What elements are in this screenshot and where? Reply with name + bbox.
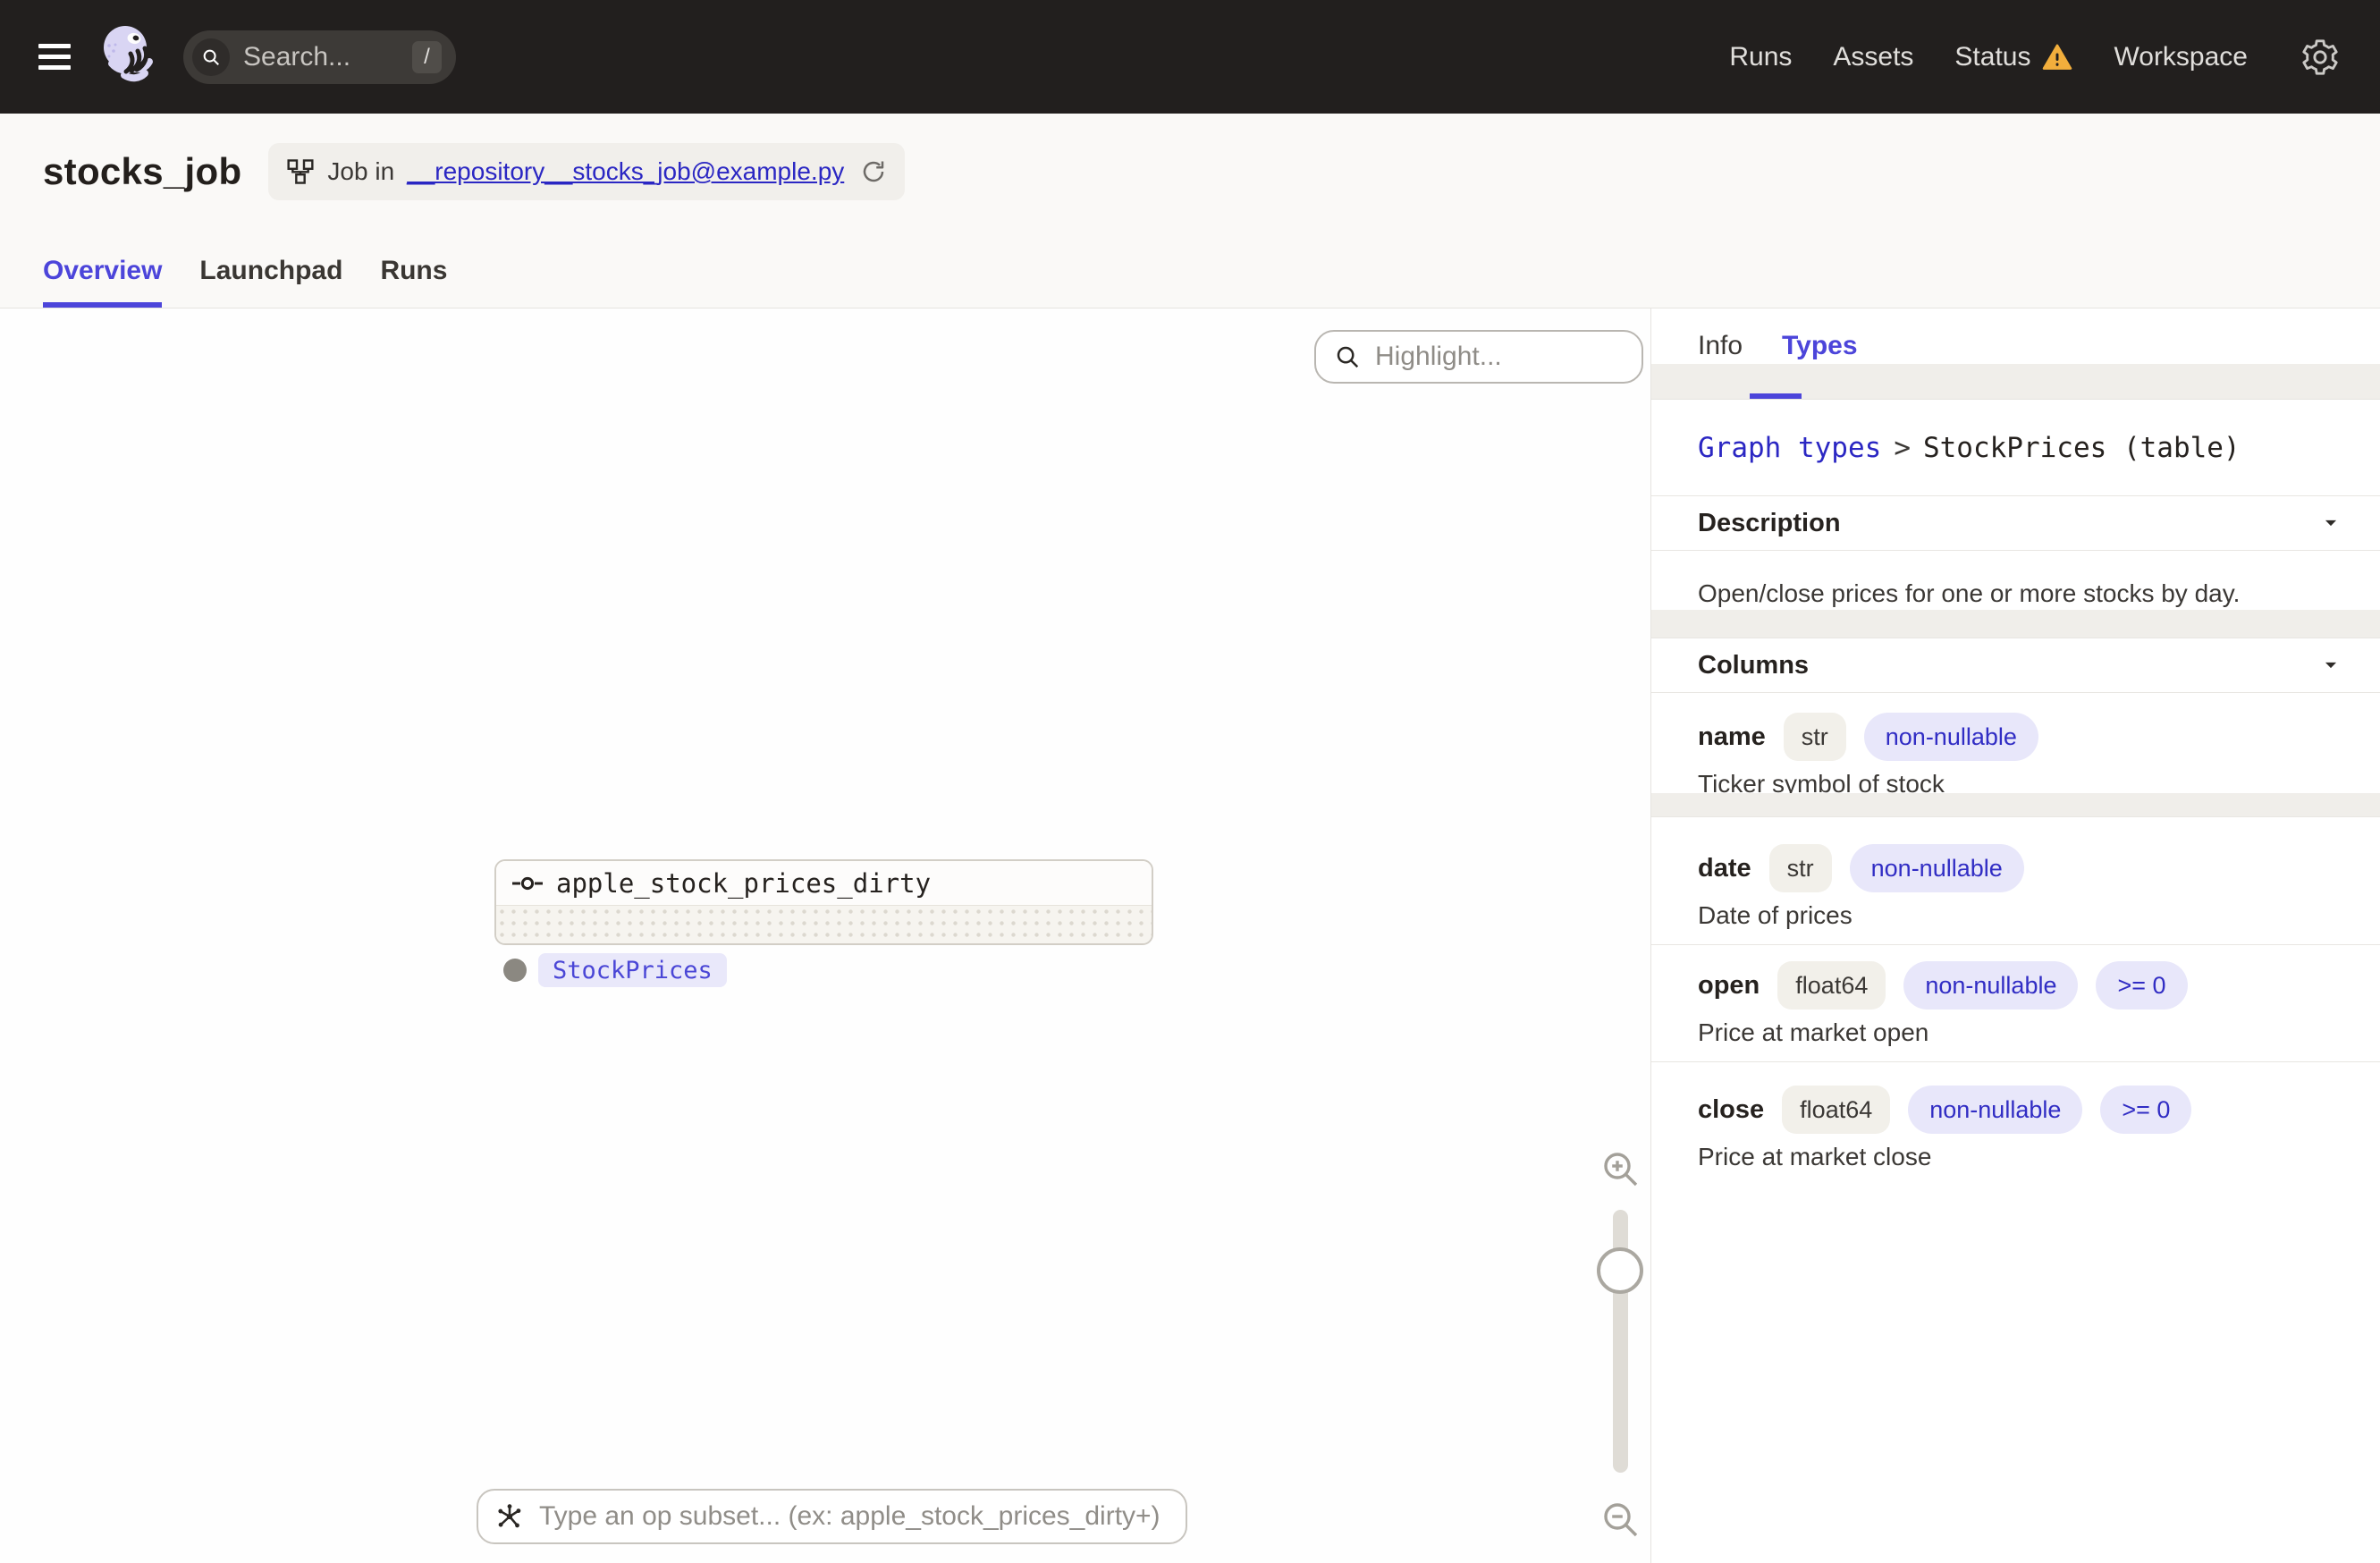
column-type-badge: str [1783, 713, 1846, 761]
highlight-search-icon [1334, 343, 1361, 370]
page-header: stocks_job Job in __repository__stocks_j… [0, 114, 2380, 308]
column-constraint-badge: non-nullable [1863, 713, 2038, 761]
menu-icon[interactable] [38, 44, 71, 70]
zoom-in-icon[interactable] [1599, 1147, 1642, 1190]
section-header-description[interactable]: Description [1651, 496, 2380, 551]
section-header-columns[interactable]: Columns [1651, 638, 2380, 693]
output-handle-dot[interactable] [503, 959, 527, 982]
column-constraint-badge: non-nullable [1903, 961, 2079, 1010]
global-search[interactable]: Search... / [183, 30, 456, 84]
nav-workspace[interactable]: Workspace [2114, 42, 2248, 72]
op-node-label: apple_stock_prices_dirty [556, 867, 932, 899]
op-node[interactable]: apple_stock_prices_dirty [494, 859, 1153, 945]
breadcrumb-separator: > [1894, 431, 1911, 464]
op-selector-icon [494, 1501, 525, 1532]
job-context-pill: Job in __repository__stocks_job@example.… [268, 143, 906, 200]
op-node-title: apple_stock_prices_dirty [496, 861, 1152, 906]
column-constraint-badge: non-nullable [1849, 844, 2024, 892]
page-title: stocks_job [43, 150, 242, 192]
zoom-controls [1591, 1147, 1649, 1541]
nav-links: Runs Assets Status Workspace [1729, 42, 2248, 72]
column-name: close [1698, 1094, 1765, 1124]
zoom-out-icon[interactable] [1599, 1498, 1642, 1541]
tab-runs[interactable]: Runs [380, 256, 447, 308]
divider-strip [1651, 610, 2380, 638]
zoom-slider-track[interactable] [1597, 1210, 1643, 1473]
column-description: Date of prices [1698, 901, 1853, 929]
caret-down-icon [2321, 655, 2341, 675]
op-subset-box [477, 1489, 1187, 1544]
tab-launchpad[interactable]: Launchpad [199, 256, 342, 308]
tab-overview[interactable]: Overview [43, 256, 163, 308]
dagster-logo-icon[interactable] [97, 19, 158, 96]
column-entry: name str non-nullable Ticker symbol of s… [1651, 693, 2380, 817]
breadcrumb-graph-types-link[interactable]: Graph types [1698, 432, 1881, 464]
column-constraint-badge: >= 0 [2100, 1086, 2192, 1134]
sidebar-tab-info[interactable]: Info [1698, 331, 1743, 361]
column-name: open [1698, 970, 1760, 1000]
column-entry: close float64 non-nullable >= 0 Price at… [1651, 1062, 2380, 1187]
search-icon [192, 38, 230, 76]
breadcrumb-current: StockPrices (table) [1922, 431, 2241, 464]
breadcrumb: Graph types > StockPrices (table) [1651, 400, 2380, 496]
settings-gear-icon[interactable] [2300, 37, 2341, 78]
highlight-input[interactable] [1373, 341, 1624, 373]
top-navigation: Search... / Runs Assets Status Workspace [0, 0, 2380, 114]
type-sidebar: Info Types Graph types > StockPrices (ta… [1650, 308, 2380, 1563]
column-description: Price at market open [1698, 1018, 1929, 1046]
sidebar-tab-underline [1750, 393, 1802, 399]
column-type-badge: str [1768, 844, 1832, 892]
sidebar-tabbar: Info Types [1651, 308, 2380, 400]
job-context-prefix: Job in [327, 157, 395, 185]
nav-runs[interactable]: Runs [1729, 42, 1792, 72]
column-constraint-badge: >= 0 [2096, 961, 2188, 1010]
op-node-body [496, 906, 1152, 943]
column-type-badge: float64 [1777, 961, 1886, 1010]
op-graph-canvas[interactable]: apple_stock_prices_dirty StockPrices [0, 308, 1650, 1563]
highlight-search [1314, 330, 1643, 384]
column-name: name [1698, 722, 1766, 751]
page-tabs: Overview Launchpad Runs [43, 256, 447, 308]
nav-status[interactable]: Status [1954, 42, 2072, 72]
output-type-tag[interactable]: StockPrices [538, 953, 727, 987]
column-name: date [1698, 853, 1751, 883]
search-placeholder: Search... [243, 41, 351, 72]
column-type-badge: float64 [1782, 1086, 1891, 1134]
reload-icon[interactable] [860, 158, 887, 185]
job-graph-icon [286, 157, 315, 186]
sidebar-tab-types[interactable]: Types [1782, 331, 1857, 361]
description-body: Open/close prices for one or more stocks… [1651, 551, 2380, 638]
title-row: stocks_job Job in __repository__stocks_j… [0, 114, 2380, 200]
caret-down-icon [2321, 513, 2341, 533]
description-text: Open/close prices for one or more stocks… [1698, 579, 2241, 607]
column-entry: open float64 non-nullable >= 0 Price at … [1651, 945, 2380, 1062]
zoom-slider-handle[interactable] [1597, 1247, 1643, 1294]
column-entry: date str non-nullable Date of prices [1651, 817, 2380, 945]
job-file-link[interactable]: __repository__stocks_job@example.py [407, 157, 844, 186]
search-shortcut-key: / [412, 40, 442, 73]
divider-strip [1651, 793, 2380, 816]
warning-icon [2042, 43, 2072, 72]
op-commit-icon [511, 875, 544, 891]
nav-assets[interactable]: Assets [1833, 42, 1913, 72]
content: apple_stock_prices_dirty StockPrices [0, 308, 2380, 1563]
nav-status-label: Status [1954, 41, 2031, 72]
column-description: Price at market close [1698, 1143, 1932, 1170]
column-constraint-badge: non-nullable [1908, 1086, 2083, 1134]
op-subset-input[interactable] [537, 1500, 1169, 1533]
